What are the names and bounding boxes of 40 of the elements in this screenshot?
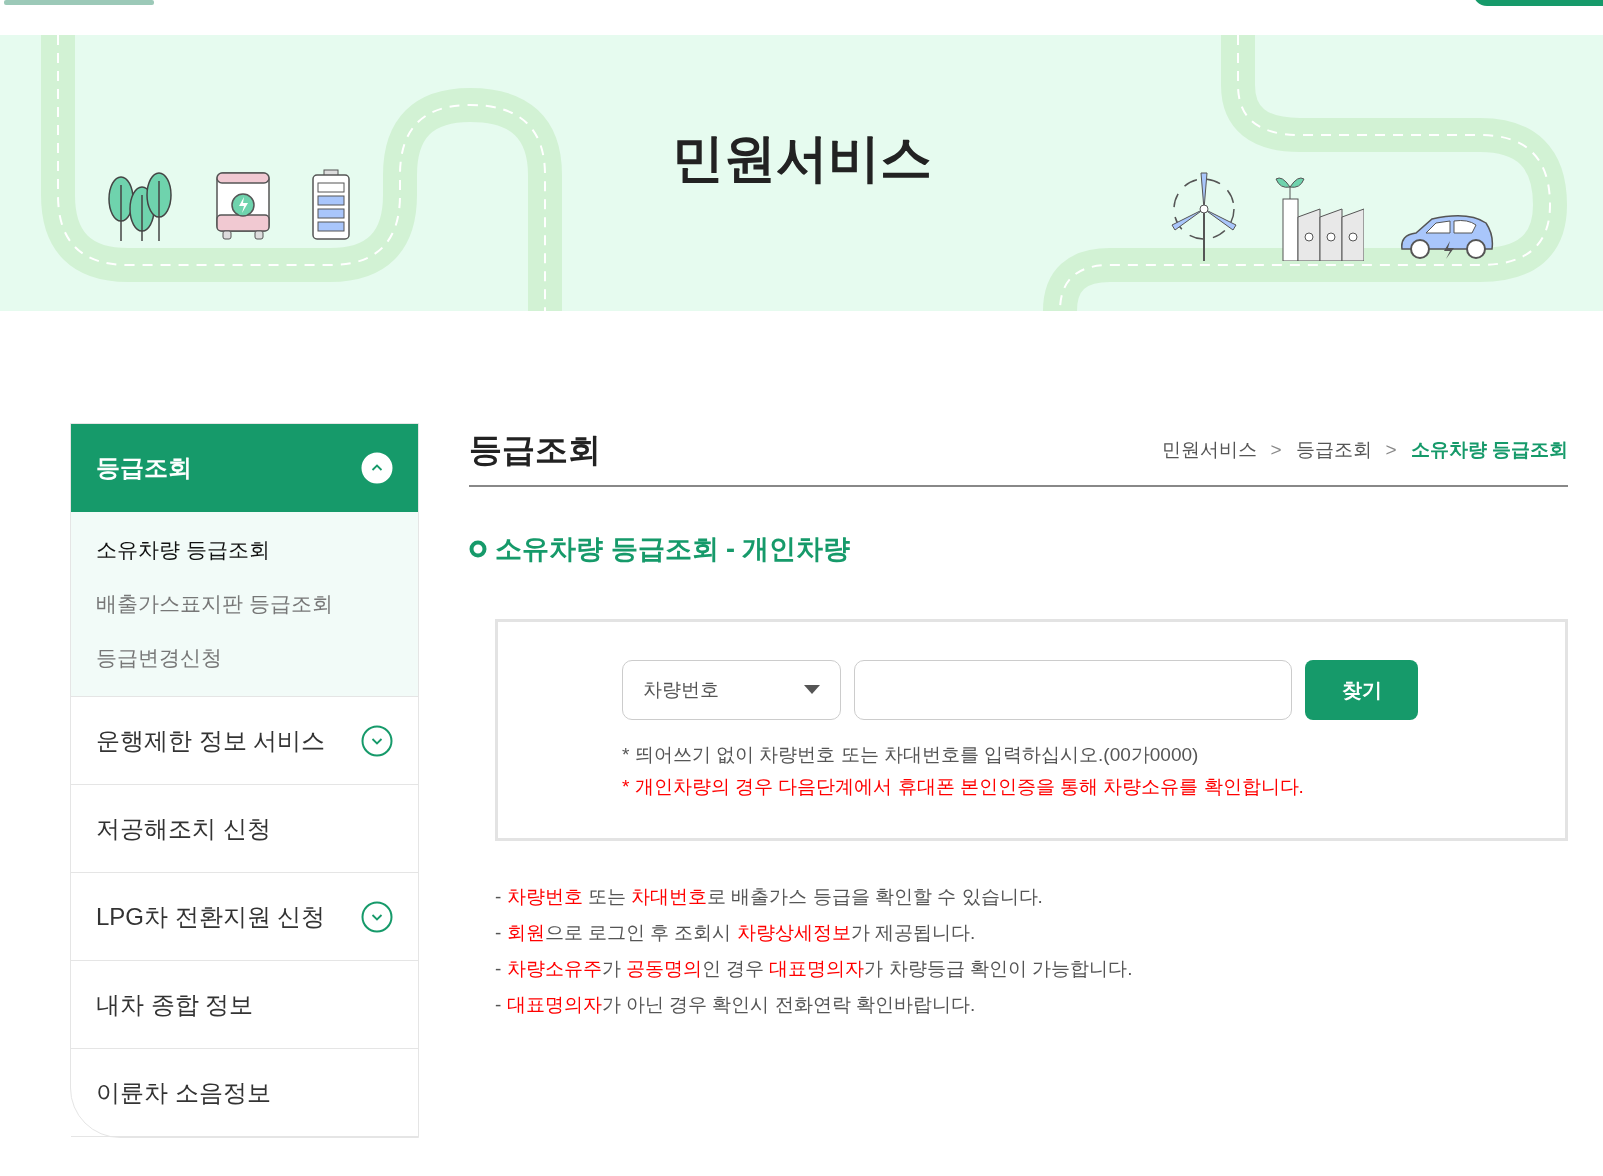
sidebar-menu-item[interactable]: 운행제한 정보 서비스 (71, 697, 418, 785)
sidebar-menu-label: 저공해조치 신청 (96, 813, 271, 844)
breadcrumb-link[interactable]: 소유차량 등급조회 (1410, 435, 1568, 464)
section-title: 소유차량 등급조회 - 개인차량 (495, 532, 851, 566)
search-button[interactable]: 찾기 (1305, 660, 1418, 720)
notice-text: - 차량소유주가 공동명의 인 경우 대표명의자가 차량등급 확인이 가능합니다. (495, 957, 1134, 981)
trees-icon (105, 169, 175, 241)
sidebar-menu-label: LPG차 전환지원 신청 (96, 901, 326, 932)
electric-car-icon (1398, 213, 1496, 261)
sidebar-menu-item[interactable]: 내차 종합 정보 (71, 961, 418, 1049)
sidebar-menu-item[interactable]: 이륜차 소음정보 (71, 1049, 418, 1137)
chevron-down-icon[interactable] (361, 900, 393, 933)
sidebar-menu-label: 내차 종합 정보 (96, 989, 254, 1020)
banner-title: 민원서비스 (671, 128, 932, 189)
notice-text: - 회원으로 로그인 후 조회시 차량상세정보가 제공됩니다. (495, 921, 977, 945)
chevron-down-icon[interactable] (361, 724, 393, 757)
sidebar-menu-label: 등급조회 (96, 453, 192, 483)
submenu-link[interactable]: 배출가스표지판 등급조회 (71, 588, 418, 620)
sidebar-menu-label: 운행제한 정보 서비스 (96, 725, 326, 756)
breadcrumb-separator: > (1385, 437, 1397, 462)
hint-text: * 띄어쓰기 없이 차량번호 또는 차대번호를 입력하십시오.(00가0000) (622, 743, 1200, 767)
hint-text: * 개인차량의 경우 다음단계에서 휴대폰 본인인증을 통해 차량소유를 확인합니다. (622, 775, 1305, 799)
battery-icon (311, 169, 351, 241)
sidebar-menu-label: 이륜차 소음정보 (96, 1077, 271, 1108)
submenu-link[interactable]: 소유차량 등급조회 (71, 534, 418, 566)
page-title: 등급조회 (469, 430, 601, 470)
sidebar-menu-item[interactable]: 등급조회 (71, 424, 418, 512)
sidebar-menu-item[interactable]: LPG차 전환지원 신청 (71, 873, 418, 961)
notice-text: - 대표명의자가 아닌 경우 확인시 전화연락 확인바랍니다. (495, 993, 977, 1017)
dropdown-caret-icon (804, 685, 820, 695)
breadcrumb-link[interactable]: 민원서비스 (1161, 435, 1257, 464)
sidebar-menu-item[interactable]: 저공해조치 신청 (71, 785, 418, 873)
vehicle-number-input[interactable] (854, 660, 1292, 720)
submenu-link[interactable]: 등급변경신청 (71, 642, 418, 674)
breadcrumb-separator: > (1270, 437, 1282, 462)
chevron-up-icon[interactable] (361, 452, 393, 484)
vehicle-type-select[interactable]: 차량번호 (622, 660, 841, 720)
breadcrumb-link[interactable]: 등급조회 (1295, 435, 1372, 464)
notice-text: - 차량번호 또는 차대번호로 배출가스 등급을 확인할 수 있습니다. (495, 885, 1044, 909)
circle-bullet-icon (469, 539, 487, 558)
